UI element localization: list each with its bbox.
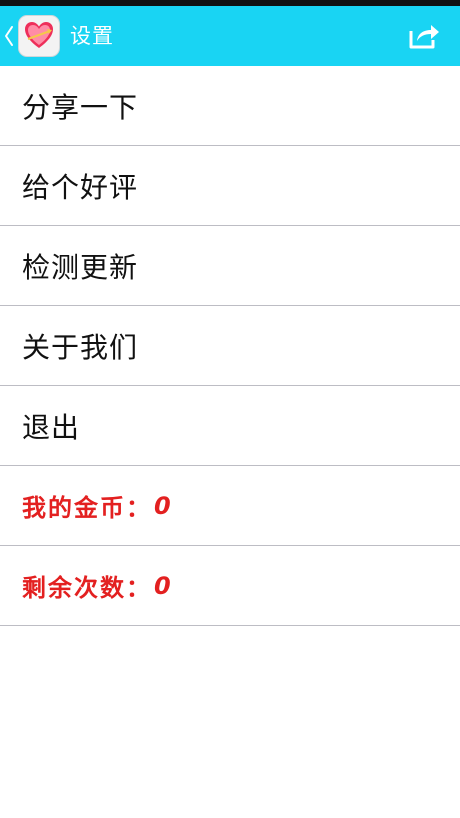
menu-item-check-update[interactable]: 检测更新 <box>0 226 460 306</box>
back-button[interactable]: 设置 <box>4 13 124 59</box>
menu-item-share[interactable]: 分享一下 <box>0 66 460 146</box>
app-header: 设置 <box>0 6 460 66</box>
page-title: 设置 <box>70 24 114 48</box>
settings-list: 分享一下 给个好评 检测更新 关于我们 退出 我的金币： 0 剩余次数： 0 <box>0 66 460 626</box>
menu-item-exit[interactable]: 退出 <box>0 386 460 466</box>
menu-item-about[interactable]: 关于我们 <box>0 306 460 386</box>
menu-item-label: 分享一下 <box>22 90 139 124</box>
heart-icon <box>18 15 60 57</box>
menu-item-label: 退出 <box>22 410 81 444</box>
coins-value: 0 <box>154 491 173 520</box>
chevron-left-icon <box>4 23 16 49</box>
share-button[interactable] <box>408 21 442 51</box>
remaining-count-row: 剩余次数： 0 <box>0 546 460 626</box>
menu-item-label: 检测更新 <box>22 250 139 284</box>
remaining-count-value: 0 <box>154 571 173 600</box>
menu-item-label: 关于我们 <box>22 330 139 364</box>
menu-item-label: 给个好评 <box>22 170 139 204</box>
menu-item-rate[interactable]: 给个好评 <box>0 146 460 226</box>
coins-row: 我的金币： 0 <box>0 466 460 546</box>
coins-label: 我的金币： <box>22 494 152 522</box>
share-icon <box>408 25 442 55</box>
remaining-count-label: 剩余次数： <box>22 574 152 602</box>
